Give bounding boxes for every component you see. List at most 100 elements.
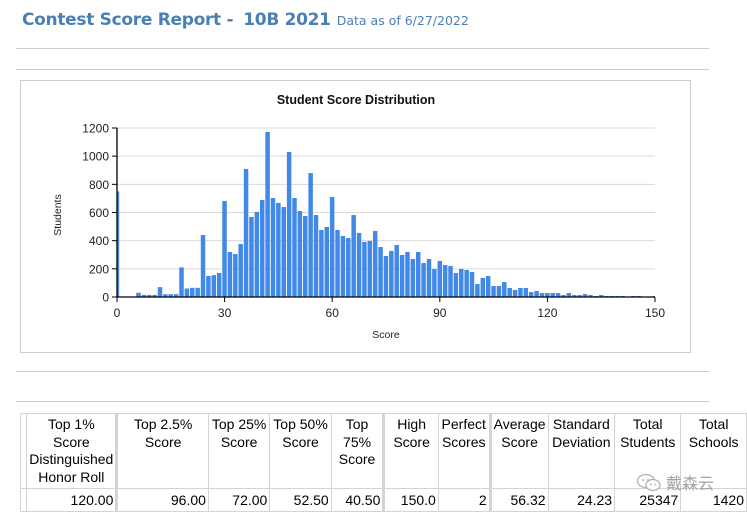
- bar: [319, 229, 324, 297]
- bar: [453, 273, 459, 297]
- bar: [512, 289, 518, 297]
- bar: [518, 287, 523, 297]
- divider: [16, 401, 709, 402]
- bar: [399, 255, 405, 297]
- data-as-of: Data as of 6/27/2022: [336, 13, 469, 28]
- divider: [16, 69, 709, 70]
- bar: [211, 275, 217, 297]
- header-line: Score: [393, 433, 430, 450]
- x-tick-label: 90: [433, 306, 447, 320]
- header-line: Top 25%: [211, 416, 267, 432]
- header-line: Top 2.5%: [133, 416, 193, 432]
- y-tick-label: 1000: [82, 150, 109, 164]
- header-line: Top 50%: [273, 416, 328, 432]
- header-line: Students: [620, 433, 676, 450]
- report-header: Contest Score Report - 10B 2021 Data as of…: [22, 10, 469, 30]
- x-tick-label: 0: [114, 306, 121, 320]
- header-line: Score: [282, 433, 319, 450]
- score-distribution-chart: Student Score Distribution 0 200 400 600 800 1…: [20, 80, 691, 353]
- bar: [523, 287, 529, 297]
- x-tick-label: 150: [645, 306, 665, 320]
- header-line: Score: [338, 451, 376, 467]
- header-line: Scores: [441, 433, 486, 450]
- y-tick-label: 1200: [82, 122, 109, 136]
- bar: [270, 197, 276, 297]
- bar: [351, 215, 356, 297]
- bar: [303, 216, 308, 297]
- bar: [308, 173, 313, 297]
- y-tick-label: 400: [89, 234, 109, 248]
- bar: [222, 200, 227, 297]
- stats-header-cell: Top 25% Score: [207, 413, 271, 489]
- bar: [346, 237, 351, 297]
- header-line: Perfect: [441, 416, 486, 432]
- header-line: Score: [501, 433, 538, 450]
- bar: [190, 287, 195, 297]
- header-line: High: [397, 416, 426, 432]
- stats-value-cell: 72.00: [207, 488, 271, 512]
- bar: [276, 202, 281, 297]
- bar: [297, 210, 303, 297]
- bar: [281, 207, 286, 297]
- bar: [195, 287, 200, 297]
- contest-name: 10B 2021: [243, 10, 331, 30]
- bar: [329, 197, 335, 297]
- x-axis-label: Score: [372, 329, 400, 341]
- bar: [356, 232, 362, 297]
- bar: [534, 290, 539, 297]
- stats-header-cell: Average Score: [488, 413, 549, 489]
- bar: [233, 254, 238, 297]
- bar: [335, 229, 340, 297]
- bar: [464, 269, 469, 297]
- header-line: Distinguished: [29, 451, 114, 467]
- stats-value-cell: 56.32: [488, 488, 549, 512]
- bar: [367, 240, 373, 297]
- stats-header-cell: High Score: [382, 413, 439, 489]
- header-line: Score: [220, 433, 258, 450]
- stats-header-cell: Top 75% Score: [330, 413, 385, 489]
- x-tick-label: 30: [218, 306, 232, 320]
- bar: [469, 271, 475, 297]
- y-axis-label: Students: [52, 194, 64, 235]
- stats-value-cell: 40.50: [330, 488, 385, 512]
- bar: [491, 286, 496, 297]
- bar: [383, 256, 389, 297]
- header-line: Average: [493, 416, 546, 432]
- watermark-text: 戴森云: [666, 474, 715, 493]
- bar: [410, 258, 416, 297]
- bar: [184, 288, 190, 297]
- stats-value-cell: 150.0: [382, 488, 439, 512]
- header-line: Total: [698, 416, 729, 432]
- bar: [254, 211, 260, 297]
- bar: [216, 273, 222, 297]
- header-line: Top 1%: [47, 416, 95, 432]
- bar: [432, 268, 437, 297]
- bar: [340, 236, 346, 297]
- header-line: Score: [144, 433, 182, 450]
- bar: [238, 244, 243, 297]
- stats-table: Top 1% Score Distinguished Honor Roll Top 2.…: [19, 413, 747, 512]
- wechat-icon: [636, 473, 662, 497]
- bar: [448, 266, 453, 297]
- bar: [243, 168, 249, 297]
- header-line: Standard: [552, 416, 610, 432]
- stats-value-cell: 120.00: [26, 488, 118, 512]
- header-line: 75%: [343, 433, 372, 450]
- header-line: Honor Roll: [38, 468, 105, 485]
- header-line: Schools: [688, 433, 739, 450]
- stats-header-cell: Standard Deviation: [547, 413, 616, 489]
- bar: [206, 275, 211, 297]
- header-line: Deviation: [552, 433, 611, 450]
- bar: [324, 227, 330, 297]
- chart-svg: Student Score Distribution02004006008001…: [52, 93, 665, 341]
- bar: [313, 215, 319, 297]
- bar: [389, 250, 394, 297]
- y-tick-label: 800: [89, 178, 109, 192]
- y-tick-label: 200: [89, 262, 109, 276]
- watermark: 戴森云: [636, 470, 714, 497]
- bar: [437, 260, 442, 297]
- stats-value-cell: 52.50: [269, 488, 332, 512]
- bar: [259, 199, 265, 297]
- x-tick-label: 120: [537, 306, 557, 320]
- bar: [286, 151, 292, 297]
